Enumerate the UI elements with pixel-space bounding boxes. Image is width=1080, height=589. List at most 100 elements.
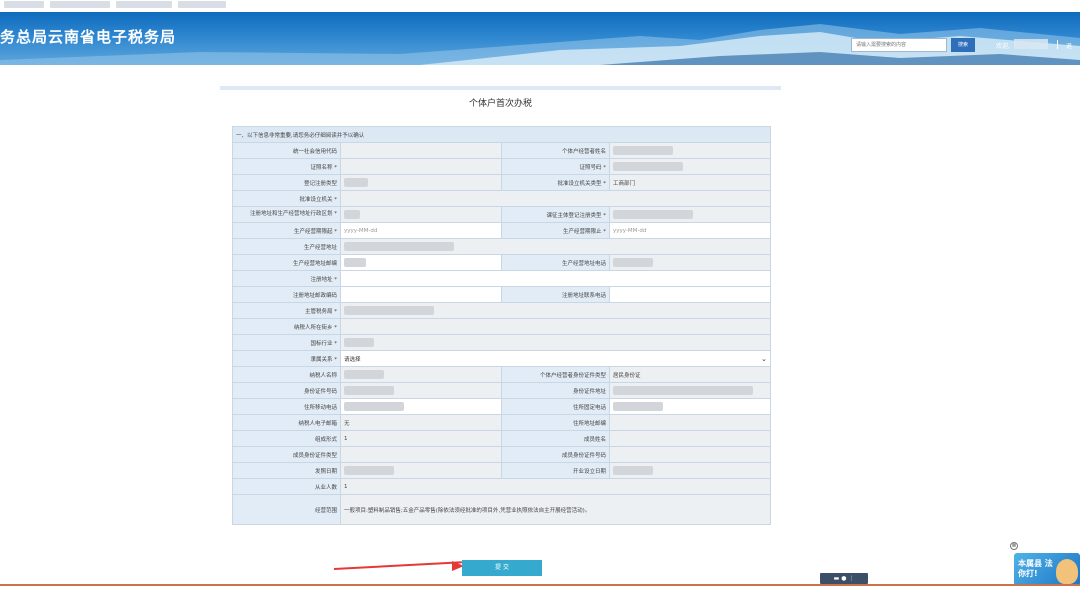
tax-office-field xyxy=(339,302,772,319)
field-label: 身份证件地址 xyxy=(501,382,610,399)
browser-tab[interactable] xyxy=(4,1,44,8)
section-note: 一、以下信息非常重要,请您务必仔细阅读并予以确认 xyxy=(231,126,772,143)
field-label: 课征主体登记注册类型 * xyxy=(501,206,610,223)
open-date-field xyxy=(608,462,772,479)
biz-phone-field xyxy=(608,254,772,271)
field-label: 身份证件号码 xyxy=(232,382,341,399)
promo-text: 本属县 法你打! xyxy=(1018,559,1053,578)
home-phone-input[interactable] xyxy=(608,398,772,415)
credit-code-field xyxy=(340,142,502,159)
id-no-field xyxy=(340,382,502,399)
approver-type-field: 工商部门 xyxy=(608,174,772,191)
field-label: 批准设立机关类型 * xyxy=(501,174,610,191)
user-name-redacted xyxy=(1014,39,1048,49)
field-label: 证照名称 * xyxy=(232,158,341,175)
field-label: 批准设立机关 * xyxy=(232,190,341,207)
field-label: 主管税务局 * xyxy=(232,302,341,319)
field-label: 组成形式 xyxy=(232,430,341,447)
biz-post-input[interactable] xyxy=(340,254,502,271)
mascot-icon xyxy=(1056,559,1078,584)
industry-field xyxy=(339,334,772,351)
field-label: 生产经营地址邮编 xyxy=(232,254,341,271)
site-title: 务总局云南省电子税务局 xyxy=(0,28,177,46)
operator-name-field xyxy=(608,142,772,159)
browser-tab[interactable] xyxy=(178,1,226,8)
biz-addr-field xyxy=(339,238,772,255)
chevron-down-icon: ⌄ xyxy=(761,354,768,363)
field-label: 注册地址联系电话 xyxy=(501,286,610,303)
field-label: 经营范围 xyxy=(232,494,341,525)
street-field xyxy=(339,318,772,335)
browser-tabs-strip xyxy=(0,0,1080,12)
field-label: 证照号码 * xyxy=(501,158,610,175)
field-label: 个体户经营者身份证件类型 xyxy=(501,366,610,383)
field-label: 注册地址和生产经营地址行政区划 * xyxy=(232,206,341,223)
registration-form: 一、以下信息非常重要,请您务必仔细阅读并予以确认 统一社会信用代码 个体户经营者… xyxy=(231,126,772,525)
browser-tab[interactable] xyxy=(50,1,110,8)
field-label: 生产经营地址 xyxy=(232,238,341,255)
field-label: 纳税人名称 xyxy=(232,366,341,383)
close-icon[interactable]: ⊗ xyxy=(1010,542,1018,550)
field-label: 注册地址 * xyxy=(232,270,341,287)
member-name-field xyxy=(608,430,772,447)
welcome-text: 欢迎, xyxy=(996,43,1010,50)
field-label: 隶属关系 * xyxy=(232,350,341,367)
district-field xyxy=(340,206,502,223)
promo-badge[interactable]: 本属县 法你打! xyxy=(1014,553,1080,586)
field-label: 成员姓名 xyxy=(501,430,610,447)
field-label: 纳税人所在街乡 * xyxy=(232,318,341,335)
field-label: 住所地址邮编 xyxy=(501,414,610,431)
home-post-field xyxy=(608,414,772,431)
form-type-field: 1 xyxy=(340,430,502,447)
employees-field: 1 xyxy=(339,478,772,495)
email-field: 无 xyxy=(340,414,502,431)
field-label: 统一社会信用代码 xyxy=(232,142,341,159)
submit-button[interactable]: 提 交 xyxy=(462,560,542,576)
issue-date-field xyxy=(340,462,502,479)
field-label: 登记注册类型 xyxy=(232,174,341,191)
field-label: 住所固定电话 xyxy=(501,398,610,415)
id-addr-field xyxy=(608,382,772,399)
header-divider xyxy=(1057,40,1058,49)
field-label: 发照日期 xyxy=(232,462,341,479)
reg-type-field xyxy=(340,174,502,191)
field-label: 国标行业 * xyxy=(232,334,341,351)
logout-link[interactable]: 退 xyxy=(1066,41,1072,50)
search-button[interactable]: 搜索 xyxy=(951,38,975,52)
field-label: 纳税人电子邮箱 xyxy=(232,414,341,431)
field-label: 生产经营期限止 * xyxy=(501,222,610,239)
form-panel: 个体户首次办税 一、以下信息非常重要,请您务必仔细阅读并予以确认 统一社会信用代… xyxy=(220,86,781,580)
field-label: 成员身份证件号码 xyxy=(501,446,610,463)
approver-field xyxy=(339,190,772,207)
field-label: 个体户经营者姓名 xyxy=(501,142,610,159)
site-banner: 务总局云南省电子税务局 搜索 欢迎, 退 xyxy=(0,12,1080,65)
field-label: 开业设立日期 xyxy=(501,462,610,479)
reg-post-input[interactable] xyxy=(340,286,502,303)
affiliation-selected: 请选择 xyxy=(344,356,361,363)
field-label: 住所移动电话 xyxy=(232,398,341,415)
field-label: 从业人数 xyxy=(232,478,341,495)
business-scope-field: 一般项目:塑料制品销售;五金产品零售(除依法须经批准的项目外,凭营业执照依法自主… xyxy=(339,494,772,525)
field-label: 注册地址邮政编码 xyxy=(232,286,341,303)
period-start-input[interactable]: yyyy-MM-dd xyxy=(340,222,502,239)
browser-tab[interactable] xyxy=(116,1,172,8)
field-label: 成员身份证件类型 xyxy=(232,446,341,463)
member-id-type-field xyxy=(340,446,502,463)
bottom-divider xyxy=(0,584,1080,586)
reg-phone-input[interactable] xyxy=(608,286,772,303)
main-reg-type-field xyxy=(608,206,772,223)
id-type-field: 居民身份证 xyxy=(608,366,772,383)
help-widget[interactable]: ▬ ● ⋮ xyxy=(820,573,868,584)
reg-addr-input[interactable] xyxy=(339,270,772,287)
field-label: 生产经营期限起 * xyxy=(232,222,341,239)
search-input[interactable] xyxy=(851,38,947,52)
cert-name-field xyxy=(340,158,502,175)
member-id-no-field xyxy=(608,446,772,463)
field-label: 生产经营地址电话 xyxy=(501,254,610,271)
home-mobile-input[interactable] xyxy=(340,398,502,415)
cert-no-field xyxy=(608,158,772,175)
period-end-input[interactable]: yyyy-MM-dd xyxy=(608,222,772,239)
affiliation-select[interactable]: 请选择 ⌄ xyxy=(339,350,772,367)
taxpayer-name-field xyxy=(340,366,502,383)
page-title: 个体户首次办税 xyxy=(468,99,532,109)
